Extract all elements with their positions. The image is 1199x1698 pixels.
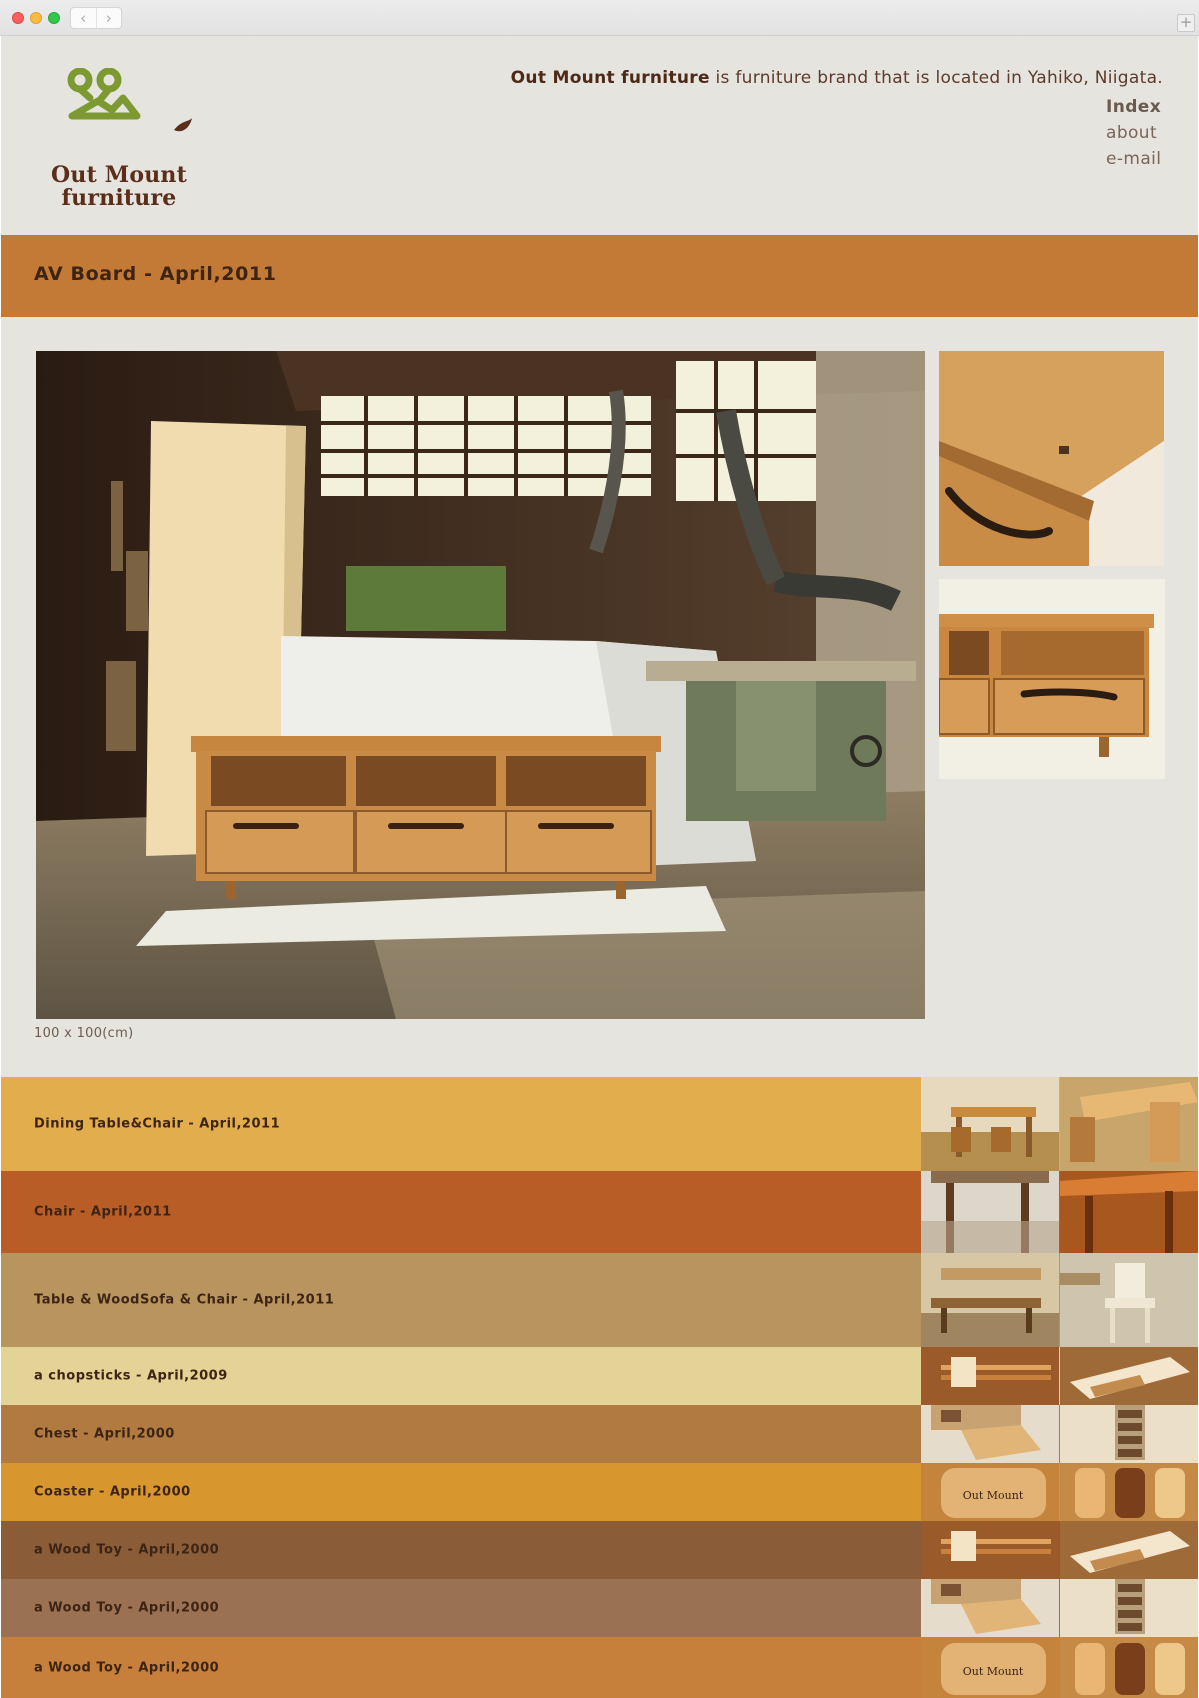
nav-email-link[interactable]: e-mail [1106,146,1186,172]
list-item-thumbnail[interactable] [921,1077,1059,1171]
list-item-thumbnail[interactable] [921,1347,1059,1405]
list-item-thumbnails [921,1521,1198,1579]
list-item-thumbnail[interactable] [921,1171,1059,1253]
list-item-thumbnail[interactable] [1060,1347,1198,1405]
list-item-thumbnails [921,1171,1198,1253]
list-item[interactable]: Chair - April,2011 [1,1171,1198,1253]
list-item-label[interactable]: Chair - April,2011 [34,1205,172,1220]
nav-index-link[interactable]: Index [1106,94,1186,120]
list-item-label[interactable]: a chopsticks - April,2009 [34,1369,228,1384]
list-item-thumbnail[interactable] [1060,1253,1198,1347]
list-item[interactable]: a Wood Toy - April,2000 Out Mount [1,1637,1198,1698]
tagline-brand: Out Mount furniture [510,68,710,88]
list-item-thumbnail[interactable] [1060,1171,1198,1253]
history-nav: ‹ › [70,7,122,29]
feature-main-photo[interactable] [36,351,925,1019]
chevron-left-icon[interactable]: ‹ [71,8,97,28]
list-item-thumbnail[interactable] [921,1253,1059,1347]
list-item[interactable]: a Wood Toy - April,2000 [1,1521,1198,1579]
list-item-thumbnail[interactable]: Out Mount [921,1463,1059,1521]
list-item-label[interactable]: a Wood Toy - April,2000 [34,1660,219,1675]
list-item-thumbnail[interactable] [1060,1579,1198,1637]
list-item[interactable]: Coaster - April,2000 Out Mount [1,1463,1198,1521]
list-item[interactable]: a Wood Toy - April,2000 [1,1579,1198,1637]
av-board-furniture [191,736,661,899]
list-item-thumbnails [921,1077,1198,1171]
list-item-thumbnail[interactable] [921,1579,1059,1637]
zoom-window-button[interactable] [48,12,60,24]
minimize-window-button[interactable] [30,12,42,24]
logo-line-1: Out Mount [51,162,187,188]
list-item-label[interactable]: a Wood Toy - April,2000 [34,1543,219,1558]
list-item-thumbnail[interactable] [921,1521,1059,1579]
feature-title[interactable]: AV Board - April,2011 [34,263,277,285]
page: Out Mount furniture Out Mount furniture … [1,36,1198,1698]
tagline-text: is furniture brand that is located in Ya… [709,68,1163,88]
list-item[interactable]: Table & WoodSofa & Chair - April,2011 [1,1253,1198,1347]
new-tab-button[interactable]: + [1177,14,1195,32]
browser-toolbar: ‹ › + [0,0,1199,36]
list-item-thumbnails: Out Mount [921,1637,1198,1698]
list-item-thumbnail[interactable]: Out Mount [921,1637,1059,1698]
list-item[interactable]: a chopsticks - April,2009 [1,1347,1198,1405]
mountain-logo-icon [67,68,192,132]
list-item-thumbnails [921,1405,1198,1463]
feature-thumbnail-1[interactable] [939,351,1164,566]
tagline: Out Mount furniture is furniture brand t… [511,68,1163,88]
svg-text:Out Mount: Out Mount [963,1665,1024,1678]
feature-title-band: AV Board - April,2011 [1,235,1198,317]
list-item-thumbnail[interactable] [1060,1637,1198,1698]
feature-thumbnail-2[interactable] [939,579,1165,779]
list-item-thumbnail[interactable] [1060,1405,1198,1463]
list-item-thumbnails [921,1347,1198,1405]
list-item-label[interactable]: a Wood Toy - April,2000 [34,1601,219,1616]
list-item-label[interactable]: Chest - April,2000 [34,1427,175,1442]
nav-about-link[interactable]: about [1106,120,1186,146]
workshop-photo-image [36,351,925,1019]
list-item[interactable]: Chest - April,2000 [1,1405,1198,1463]
list-item-thumbnail[interactable] [1060,1463,1198,1521]
site-logo[interactable]: Out Mount furniture [32,68,197,210]
drawer-closeup-image [939,351,1164,566]
main-nav: Index about e-mail [1106,94,1186,172]
list-item-label[interactable]: Table & WoodSofa & Chair - April,2011 [34,1293,334,1308]
chevron-right-icon[interactable]: › [97,8,122,28]
list-item-thumbnail[interactable] [1060,1077,1198,1171]
list-item[interactable]: Dining Table&Chair - April,2011 [1,1077,1198,1171]
list-item-thumbnails: Out Mount [921,1463,1198,1521]
list-item-thumbnail[interactable] [921,1405,1059,1463]
logo-line-2: furniture [61,185,177,211]
av-board-side-image [939,579,1165,779]
list-item-label[interactable]: Coaster - April,2000 [34,1485,191,1500]
list-item-thumbnail[interactable] [1060,1521,1198,1579]
list-item-thumbnails [921,1579,1198,1637]
feature-caption: 100 x 100(cm) [34,1026,134,1041]
list-item-thumbnails [921,1253,1198,1347]
close-window-button[interactable] [12,12,24,24]
svg-text:Out Mount: Out Mount [963,1489,1024,1502]
logo-wordmark: Out Mount furniture [34,164,204,210]
list-item-label[interactable]: Dining Table&Chair - April,2011 [34,1117,280,1132]
